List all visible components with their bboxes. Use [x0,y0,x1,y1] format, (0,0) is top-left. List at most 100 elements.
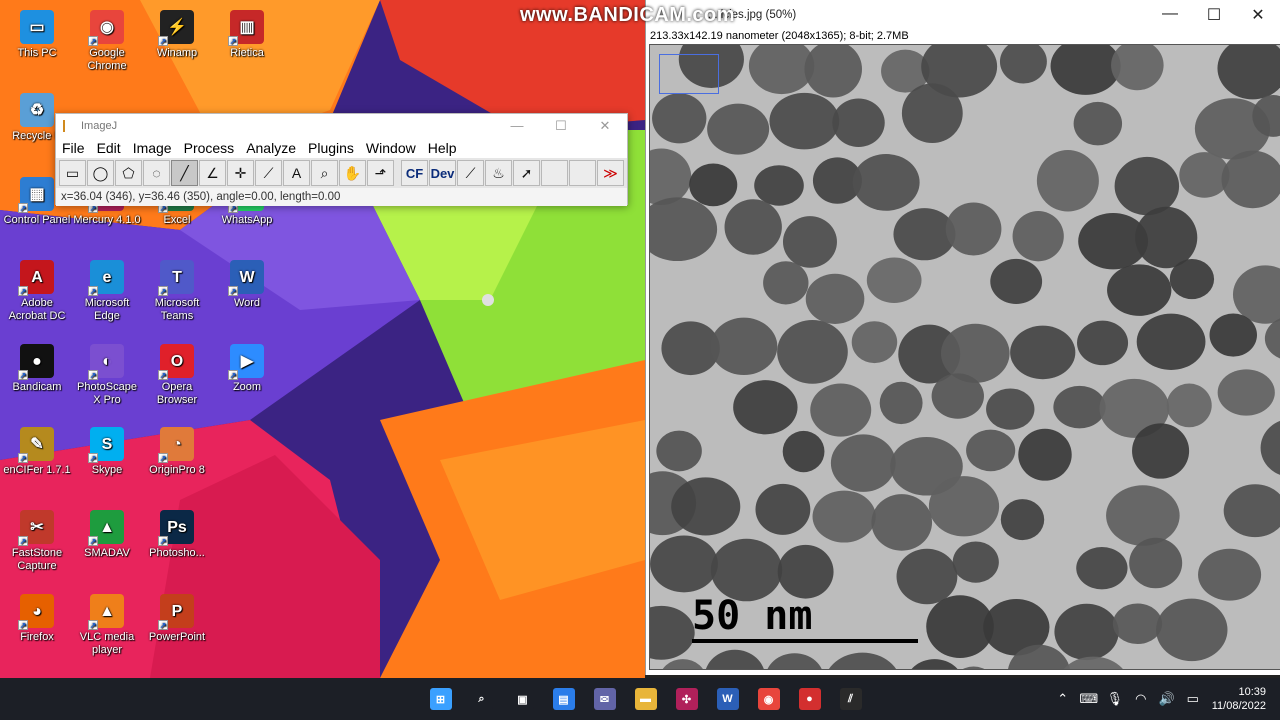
flood-tool[interactable]: ♨ [485,160,512,186]
desktop-icon-label: FastStone Capture [11,547,63,572]
clock[interactable]: 10:39 11/08/2022 [1212,685,1266,713]
tem-image-canvas[interactable]: 50 nm [649,44,1280,670]
desktop-icon-microsoft-teams[interactable]: T ↗ Microsoft Teams [142,260,212,323]
taskbar-widgets[interactable]: ▤ [543,678,584,720]
menu-window[interactable]: Window [366,140,416,156]
scale-bar [692,639,918,643]
menu-file[interactable]: File [62,140,85,156]
desktop-icon-photoshop[interactable]: Ps ↗ Photosho... [142,510,212,560]
flood-tool-icon: ♨ [492,164,505,181]
firefox-icon: ◕ ↗ [18,594,54,630]
menu-process[interactable]: Process [184,140,235,156]
zoom-tool[interactable]: ⌕ [311,160,338,186]
desktop-icon-google-chrome[interactable]: ◉ ↗ Google Chrome [72,10,142,73]
nanoparticle [871,494,933,551]
taskbar-search[interactable]: ⌕ [461,678,502,720]
menu-image[interactable]: Image [133,140,172,156]
desktop-icon-word[interactable]: W ↗ Word [212,260,282,310]
angle-tool[interactable]: ∠ [199,160,226,186]
chevron-up-icon[interactable]: ⌃ [1050,691,1076,707]
desktop-icon-faststone[interactable]: ✂ ↗ FastStone Capture [2,510,72,573]
more-tools[interactable]: ≫ [597,160,624,186]
polygon-tool[interactable]: ⬠ [115,160,142,186]
desktop-icon-label: Word [233,297,261,309]
text-tool[interactable]: A [283,160,310,186]
taskbar-file-explorer[interactable]: ▬ [625,678,666,720]
maximize-icon[interactable]: ☐ [539,118,583,134]
desktop-icon-skype[interactable]: S ↗ Skype [72,427,142,477]
desktop-icon-zoom[interactable]: ▶ ↗ Zoom [212,344,282,394]
desktop-icon-encifer[interactable]: ✎ ↗ enCIFer 1.7.1 [2,427,72,477]
oval-tool[interactable]: ◯ [87,160,114,186]
keyboard-icon[interactable]: ⌨ [1076,691,1102,707]
desktop-icon-bandicam[interactable]: ● ↗ Bandicam [2,344,72,394]
desktop-icon-powerpoint[interactable]: P ↗ PowerPoint [142,594,212,644]
taskbar-imagej[interactable]: ⫽ [830,678,871,720]
taskbar-chrome[interactable]: ◉ [748,678,789,720]
image-close-icon[interactable]: ✕ [1236,5,1280,25]
blank-tool-1[interactable] [541,160,568,186]
nanoparticle [1073,101,1123,146]
shortcut-arrow-icon: ↗ [228,370,238,380]
image-maximize-icon[interactable]: ☐ [1192,5,1236,25]
desktop-icon-rietica[interactable]: ▥ ↗ Rietica [212,10,282,60]
menu-plugins[interactable]: Plugins [308,140,354,156]
nanoparticle [650,148,692,206]
menu-analyze[interactable]: Analyze [246,140,296,156]
nanoparticle [962,666,985,669]
nanoparticle [1260,420,1280,475]
desktop-icon-this-pc[interactable]: ▭ This PC [2,10,72,60]
taskbar-chat[interactable]: ✉ [584,678,625,720]
nanoparticle [832,98,885,147]
image-window[interactable]: ...ticles.jpg (50%) — ☐ ✕ 213.33x142.19 … [645,0,1280,675]
image-minimize-icon[interactable]: — [1148,5,1192,25]
desktop-icon-firefox[interactable]: ◕ ↗ Firefox [2,594,72,644]
wifi-icon[interactable]: ◠ [1128,691,1154,707]
menu-help[interactable]: Help [428,140,457,156]
arrow-tool[interactable]: ➚ [513,160,540,186]
dev-tool[interactable]: Dev [429,160,456,186]
taskbar-task-view[interactable]: ▣ [502,678,543,720]
taskbar-bandicam[interactable]: ● [789,678,830,720]
wand-tool[interactable]: ⟋ [255,160,282,186]
imagej-menubar: File Edit Image Process Analyze Plugins Window… [56,138,627,158]
line-tool[interactable]: ╱ [171,160,198,186]
imagej-titlebar[interactable]: ImageJ — ☐ ✕ [56,114,627,138]
desktop-icon-label: Microsoft Teams [154,297,200,322]
dropper-tool[interactable]: ⬏ [367,160,394,186]
taskbar-mercury[interactable]: ✣ [666,678,707,720]
desktop-icon-adobe-acrobat[interactable]: A ↗ Adobe Acrobat DC [2,260,72,323]
volume-icon[interactable]: 🔊 [1154,691,1180,707]
brush-tool[interactable]: ⟋ [457,160,484,186]
desktop-icon-microsoft-edge[interactable]: e ↗ Microsoft Edge [72,260,142,323]
nanoparticle [689,163,738,207]
desktop-icon-photoscape[interactable]: ◐ ↗ PhotoScape X Pro [72,344,142,407]
point-tool[interactable]: ✛ [227,160,254,186]
minimize-icon[interactable]: — [495,118,539,134]
desktop-icon-originpro[interactable]: ◔ ↗ OriginPro 8 [142,427,212,477]
desktop-icon-winamp[interactable]: ⚡ ↗ Winamp [142,10,212,60]
desktop-icon-label: Opera Browser [156,381,198,406]
desktop-icon-opera[interactable]: O ↗ Opera Browser [142,344,212,407]
desktop-icon-vlc[interactable]: ▲ ↗ VLC media player [72,594,142,657]
desktop-icon-label: Google Chrome [87,47,127,72]
taskbar-word[interactable]: W [707,678,748,720]
desktop-icon-label: Control Panel [3,214,71,226]
close-icon[interactable]: ✕ [583,118,627,134]
menu-edit[interactable]: Edit [97,140,121,156]
nanoparticle [650,197,718,262]
blank-tool-2[interactable] [569,160,596,186]
nanoparticle [710,538,783,602]
imagej-window[interactable]: ImageJ — ☐ ✕ File Edit Image Process Analyze… [55,113,628,206]
taskbar-start[interactable]: ⊞ [420,678,461,720]
microphone-icon[interactable]: 🎙 [1102,691,1128,707]
rectangle-tool[interactable]: ▭ [59,160,86,186]
battery-icon[interactable]: ▭ [1180,691,1206,707]
vlc-icon: ▲ ↗ [88,594,124,630]
image-window-titlebar[interactable]: ...ticles.jpg (50%) — ☐ ✕ [646,0,1280,30]
hand-tool[interactable]: ✋ [339,160,366,186]
mercury-icon: ✣ [675,688,698,710]
cf-tool[interactable]: CF [401,160,428,186]
freehand-tool[interactable]: ◌ [143,160,170,186]
desktop-icon-smadav[interactable]: ▲ ↗ SMADAV [72,510,142,560]
